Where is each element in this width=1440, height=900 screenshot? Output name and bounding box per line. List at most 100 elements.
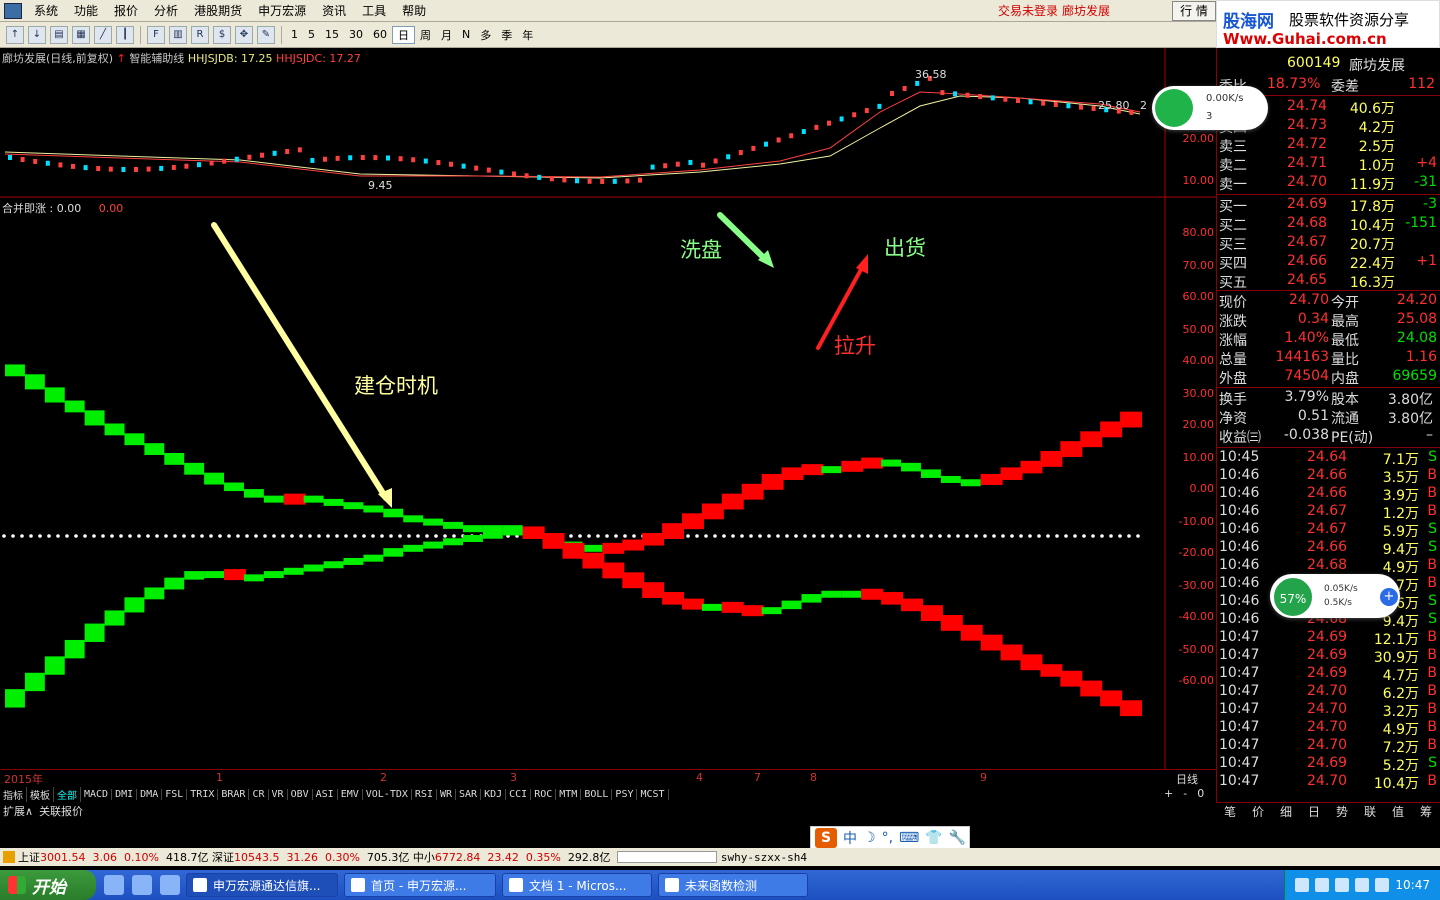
tray-icon[interactable] xyxy=(1295,878,1310,892)
period-5min[interactable]: 5 xyxy=(303,28,320,41)
indicator-tab-psy[interactable]: PSY xyxy=(612,788,638,800)
indicator-tab-cci[interactable]: CCI xyxy=(506,788,532,800)
menu-analysis[interactable]: 分析 xyxy=(146,2,186,19)
app-icon[interactable] xyxy=(4,2,22,19)
tab-remove-button[interactable]: - xyxy=(1183,787,1187,800)
indicator-tab-cr[interactable]: CR xyxy=(249,788,269,800)
tab-add-button[interactable]: + xyxy=(1164,787,1173,800)
related-quote-button[interactable]: 关联报价 xyxy=(39,803,83,819)
indicator-tab-vr[interactable]: VR xyxy=(269,788,288,800)
bar-icon[interactable]: ▥ xyxy=(169,25,187,44)
line-icon[interactable]: ╱ xyxy=(94,25,112,44)
desktop-icon[interactable] xyxy=(160,875,180,895)
period-1min[interactable]: 1 xyxy=(286,28,303,41)
login-notice[interactable]: 交易未登录 xyxy=(998,2,1058,19)
chart-area[interactable]: 廊坊发展(日线,前复权) ↑ 智能辅助线 HHJSJDB: 17.25 HHJS… xyxy=(0,48,1216,788)
moon-icon[interactable]: ☽ xyxy=(863,830,876,846)
period-15min[interactable]: 15 xyxy=(320,28,344,41)
down-icon[interactable]: ↓ xyxy=(28,25,46,44)
menu-system[interactable]: 系统 xyxy=(26,2,66,19)
rsi-icon[interactable]: R xyxy=(191,25,209,44)
quote-tab[interactable]: 势 xyxy=(1336,803,1348,820)
indicator-tab-模板[interactable]: 模板 xyxy=(27,786,54,802)
period-30min[interactable]: 30 xyxy=(344,28,368,41)
indicator-tab-mcst[interactable]: MCST xyxy=(637,788,669,800)
move-icon[interactable]: ✥ xyxy=(235,25,253,44)
quicklaunch-icon[interactable] xyxy=(104,875,124,895)
plus-icon[interactable]: + xyxy=(1380,588,1398,606)
period-n[interactable]: N xyxy=(457,28,475,41)
task-word[interactable]: 文档 1 - Micros... xyxy=(502,873,652,897)
menu-news[interactable]: 资讯 xyxy=(314,2,354,19)
period-quarter[interactable]: 季 xyxy=(496,27,517,43)
tray-icon[interactable] xyxy=(1315,878,1330,892)
indicator-tab-boll[interactable]: BOLL xyxy=(581,788,613,800)
quote-tab[interactable]: 细 xyxy=(1280,803,1292,820)
period-year[interactable]: 年 xyxy=(517,27,538,43)
up-icon[interactable]: ↑ xyxy=(6,25,24,44)
indicator-tab-rsi[interactable]: RSI xyxy=(412,788,437,800)
indicator-tab-macd[interactable]: MACD xyxy=(81,788,113,800)
menu-swhy[interactable]: 申万宏源 xyxy=(250,2,314,19)
indicator-tab-emv[interactable]: EMV xyxy=(338,788,363,800)
wrench-icon[interactable]: 🔧 xyxy=(949,830,966,846)
indicator-tab-asi[interactable]: ASI xyxy=(313,788,338,800)
indicator-tab-roc[interactable]: ROC xyxy=(531,788,557,800)
indicator-tab-brar[interactable]: BRAR xyxy=(218,788,250,800)
shirt-icon[interactable]: 👕 xyxy=(925,830,942,846)
indicator-tab-wr[interactable]: WR xyxy=(437,788,457,800)
period-month[interactable]: 月 xyxy=(436,27,457,43)
quote-tab[interactable]: 笔 xyxy=(1224,803,1236,820)
indicator-tab-trix[interactable]: TRIX xyxy=(187,788,219,800)
tray-icon[interactable] xyxy=(1335,878,1350,892)
indicator-tab-fsl[interactable]: FSL xyxy=(162,788,188,800)
keyboard-icon[interactable]: ⌨ xyxy=(899,830,919,846)
indicator-tab-vol-tdx[interactable]: VOL-TDX xyxy=(363,788,412,800)
quote-tab[interactable]: 筹 xyxy=(1420,803,1432,820)
period-day[interactable]: 日 xyxy=(392,25,415,44)
quote-tab[interactable]: 值 xyxy=(1392,803,1404,820)
menu-help[interactable]: 帮助 xyxy=(394,2,434,19)
menu-quote[interactable]: 报价 xyxy=(106,2,146,19)
f10-icon[interactable]: F xyxy=(147,25,165,44)
indicator-tab-指标[interactable]: 指标 xyxy=(0,786,27,802)
sogou-icon[interactable]: S xyxy=(815,828,837,848)
tray-icon[interactable] xyxy=(1375,878,1390,892)
indicator-tab-sar[interactable]: SAR xyxy=(456,788,482,800)
expand-button[interactable]: 扩展∧ xyxy=(3,803,33,819)
ime-mode[interactable]: 中 xyxy=(843,828,857,848)
ie-icon[interactable] xyxy=(132,875,152,895)
indicator-tab-kdj[interactable]: KDJ xyxy=(481,788,507,800)
task-tdx[interactable]: 申万宏源通达信旗... xyxy=(186,873,338,897)
task-folder[interactable]: 未来函数检测 xyxy=(658,873,808,897)
tray-icon[interactable] xyxy=(1355,878,1370,892)
quote-tab[interactable]: 价 xyxy=(1252,803,1264,820)
quote-tab[interactable]: 日 xyxy=(1308,803,1320,820)
quote-button[interactable]: 行 情 xyxy=(1172,1,1216,21)
layout-icon[interactable]: ▤ xyxy=(50,25,68,44)
candle-icon[interactable]: ┃ xyxy=(116,25,134,44)
speed-widget[interactable]: 57% 0.05K/s 0.5K/s + xyxy=(1270,574,1400,618)
price-panel[interactable] xyxy=(0,48,1216,198)
ime-bar[interactable]: S 中 ☽ °, ⌨ 👕 🔧 xyxy=(810,826,970,850)
period-week[interactable]: 周 xyxy=(415,27,436,43)
menu-function[interactable]: 功能 xyxy=(66,2,106,19)
indicator-tab-mtm[interactable]: MTM xyxy=(556,788,582,800)
task-browser[interactable]: 首页 - 申万宏源... xyxy=(344,873,496,897)
indicator-tab-dma[interactable]: DMA xyxy=(137,788,163,800)
start-button[interactable]: 开始 xyxy=(0,870,96,900)
pen-icon[interactable]: ✎ xyxy=(257,25,275,44)
punct-icon[interactable]: °, xyxy=(882,830,893,846)
period-multi[interactable]: 多 xyxy=(475,27,496,43)
menu-hk-futures[interactable]: 港股期货 xyxy=(186,2,250,19)
quote-tab[interactable]: 联 xyxy=(1364,803,1376,820)
tab-reset-button[interactable]: 0 xyxy=(1197,787,1204,800)
indicator-tab-dmi[interactable]: DMI xyxy=(112,788,138,800)
indicator-tab-全部[interactable]: 全部 xyxy=(54,786,81,802)
menu-tools[interactable]: 工具 xyxy=(354,2,394,19)
dollar-icon[interactable]: $ xyxy=(213,25,231,44)
indicator-panel[interactable] xyxy=(0,198,1216,769)
indicator-tab-obv[interactable]: OBV xyxy=(288,788,313,800)
grid-icon[interactable]: ▦ xyxy=(72,25,90,44)
period-60min[interactable]: 60 xyxy=(368,28,392,41)
